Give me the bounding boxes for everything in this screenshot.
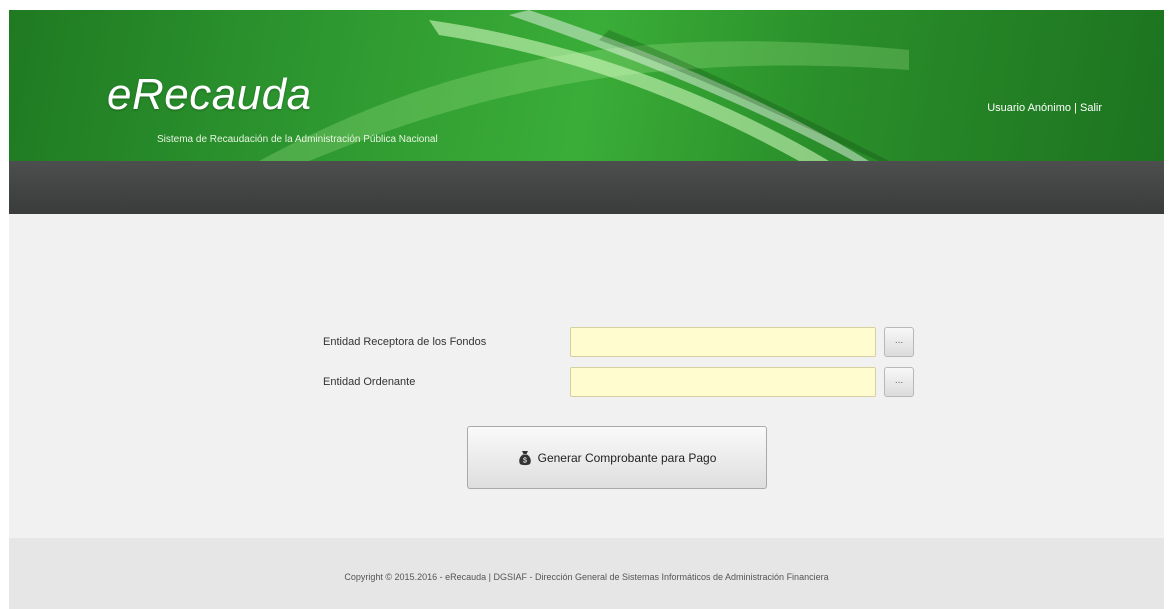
receptor-input[interactable] [570, 327, 876, 357]
ordenante-lookup-button[interactable]: ... [884, 367, 914, 397]
header-banner: eRecauda Sistema de Recaudación de la Ad… [9, 10, 1164, 161]
receptor-field-label: Entidad Receptora de los Fondos [323, 336, 487, 348]
generate-voucher-label: Generar Comprobante para Pago [537, 450, 717, 465]
nav-bar [9, 161, 1164, 214]
generate-voucher-button[interactable]: $ Generar Comprobante para Pago [467, 426, 767, 489]
app-logo: eRecauda [107, 70, 312, 119]
app-tagline: Sistema de Recaudación de la Administrac… [157, 134, 438, 145]
page: eRecauda Sistema de Recaudación de la Ad… [9, 10, 1164, 609]
logout-link[interactable]: Salir [1080, 102, 1102, 114]
main-content: Entidad Receptora de los Fondos ... Enti… [9, 214, 1164, 538]
receptor-lookup-button[interactable]: ... [884, 327, 914, 357]
ordenante-field-label: Entidad Ordenante [323, 376, 416, 388]
user-nav-separator: | [1074, 102, 1077, 114]
footer-copyright: Copyright © 2015.2016 - eRecauda | DGSIA… [344, 572, 829, 582]
current-user-label: Usuario Anónimo [987, 102, 1071, 114]
footer: Copyright © 2015.2016 - eRecauda | DGSIA… [9, 538, 1164, 609]
ordenante-input[interactable] [570, 367, 876, 397]
svg-text:$: $ [523, 457, 527, 464]
user-nav: Usuario Anónimo | Salir [987, 102, 1102, 114]
money-bag-icon: $ [518, 450, 532, 466]
